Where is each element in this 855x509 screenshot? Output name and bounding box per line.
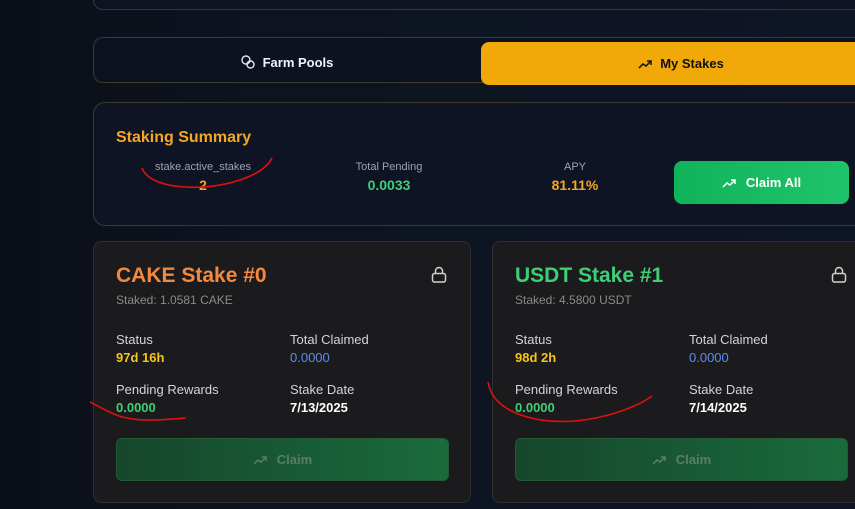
total-pending-label: Total Pending — [355, 161, 423, 173]
apy-stat: APY 81.11% — [495, 161, 655, 193]
top-panel — [93, 0, 855, 10]
stake-date-label: Stake Date — [689, 382, 754, 397]
trending-up-icon — [253, 455, 267, 465]
pending-rewards-value: 0.0000 — [515, 400, 555, 415]
status-label: Status — [515, 332, 552, 347]
apy-label: APY — [563, 161, 586, 173]
active-stakes-stat: stake.active_stakes 2 — [123, 161, 283, 193]
summary-title: Staking Summary — [116, 129, 252, 146]
active-stakes-label: stake.active_stakes — [155, 161, 251, 173]
total-claimed-label: Total Claimed — [290, 332, 369, 347]
apy-value: 81.11% — [551, 177, 599, 193]
lock-icon[interactable] — [831, 266, 847, 283]
claim-label: Claim — [675, 452, 712, 467]
tab-bar: Farm Pools My Stakes — [93, 37, 855, 85]
total-pending-value: 0.0033 — [367, 177, 411, 193]
stake-card: CAKE Stake #0 Staked: 1.0581 CAKE Status… — [93, 241, 471, 503]
status-value: 98d 2h — [515, 350, 557, 365]
trending-up-icon — [722, 178, 736, 188]
pending-rewards-label: Pending Rewards — [116, 382, 219, 397]
claim-all-button[interactable]: Claim All — [674, 161, 849, 204]
staked-amount: Staked: 4.5800 USDT — [515, 293, 632, 307]
stake-date-label: Stake Date — [290, 382, 355, 397]
claim-button[interactable]: Claim — [116, 438, 449, 481]
pending-rewards-value: 0.0000 — [116, 400, 156, 415]
tab-farm-pools-label: Farm Pools — [262, 54, 334, 70]
stake-title: CAKE Stake #0 — [116, 264, 267, 287]
tab-farm-pools[interactable]: Farm Pools — [94, 42, 480, 82]
trending-up-icon — [638, 59, 652, 69]
staked-amount: Staked: 1.0581 CAKE — [116, 293, 233, 307]
pending-rewards-label: Pending Rewards — [515, 382, 618, 397]
active-stakes-value: 2 — [199, 177, 207, 193]
claim-all-label: Claim All — [745, 175, 802, 190]
staking-summary-panel: Staking Summary stake.active_stakes 2 To… — [93, 102, 855, 226]
claim-label: Claim — [276, 452, 313, 467]
stake-date-value: 7/14/2025 — [689, 400, 747, 415]
stake-title: USDT Stake #1 — [515, 264, 664, 287]
trending-up-icon — [652, 455, 666, 465]
lock-icon[interactable] — [431, 266, 447, 283]
stake-date-value: 7/13/2025 — [290, 400, 348, 415]
coins-icon — [240, 55, 255, 69]
total-claimed-value: 0.0000 — [689, 350, 729, 365]
total-pending-stat: Total Pending 0.0033 — [309, 161, 469, 193]
total-claimed-value: 0.0000 — [290, 350, 330, 365]
total-claimed-label: Total Claimed — [689, 332, 768, 347]
claim-button[interactable]: Claim — [515, 438, 848, 481]
tab-my-stakes-label: My Stakes — [660, 56, 724, 71]
status-value: 97d 16h — [116, 350, 165, 365]
stake-card: USDT Stake #1 Staked: 4.5800 USDT Status… — [492, 241, 855, 503]
tab-my-stakes[interactable]: My Stakes — [481, 42, 855, 85]
status-label: Status — [116, 332, 153, 347]
